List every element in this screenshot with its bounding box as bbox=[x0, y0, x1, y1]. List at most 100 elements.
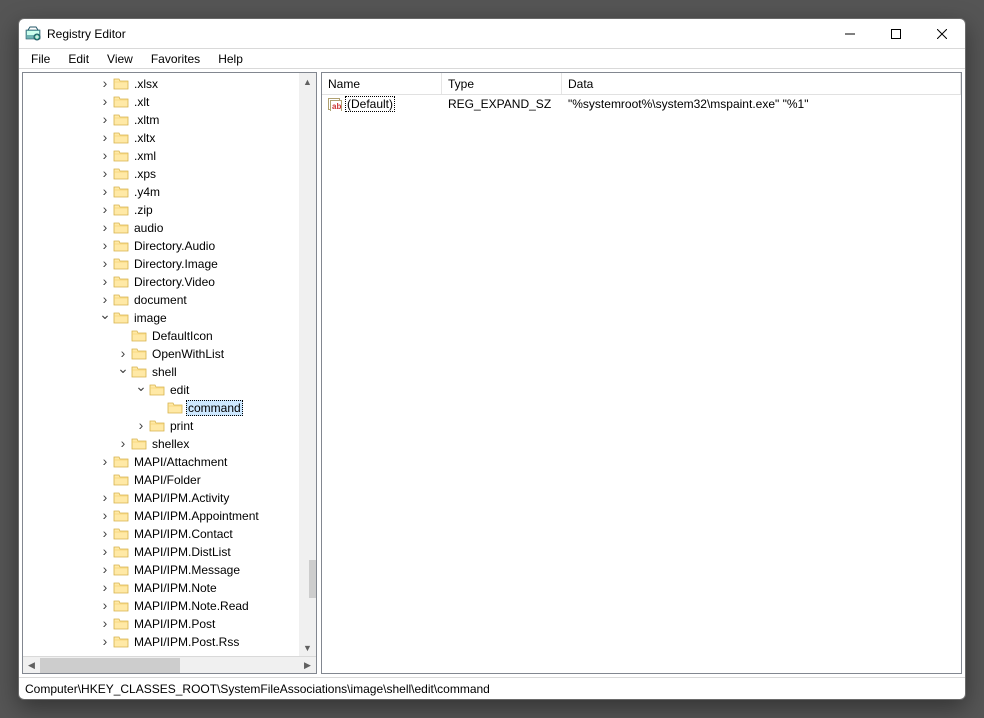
value-row[interactable]: ab(Default)REG_EXPAND_SZ"%systemroot%\sy… bbox=[322, 95, 961, 113]
titlebar[interactable]: Registry Editor bbox=[19, 19, 965, 49]
chevron-right-icon[interactable] bbox=[99, 528, 111, 540]
scroll-left-arrow-icon[interactable]: ◀ bbox=[23, 657, 40, 674]
menu-view[interactable]: View bbox=[99, 51, 141, 67]
tree-node[interactable]: MAPI/IPM.Note bbox=[27, 579, 316, 597]
status-path: Computer\HKEY_CLASSES_ROOT\SystemFileAss… bbox=[25, 682, 490, 696]
tree-node-label: .xps bbox=[132, 167, 158, 181]
tree-node-label: MAPI/IPM.DistList bbox=[132, 545, 233, 559]
tree-node[interactable]: shellex bbox=[27, 435, 316, 453]
menu-file[interactable]: File bbox=[23, 51, 58, 67]
chevron-right-icon[interactable] bbox=[99, 240, 111, 252]
chevron-right-icon[interactable] bbox=[99, 114, 111, 126]
tree-node[interactable]: MAPI/IPM.Post.Rss bbox=[27, 633, 316, 651]
tree-node[interactable]: MAPI/IPM.Message bbox=[27, 561, 316, 579]
tree-node[interactable]: audio bbox=[27, 219, 316, 237]
tree-node[interactable]: Directory.Audio bbox=[27, 237, 316, 255]
tree-node[interactable]: .y4m bbox=[27, 183, 316, 201]
tree-vertical-scrollbar[interactable]: ▲ ▼ bbox=[299, 73, 316, 656]
chevron-right-icon[interactable] bbox=[99, 168, 111, 180]
tree-node-label: image bbox=[132, 311, 169, 325]
chevron-right-icon[interactable] bbox=[99, 618, 111, 630]
chevron-right-icon[interactable] bbox=[99, 294, 111, 306]
tree-node[interactable]: .xps bbox=[27, 165, 316, 183]
tree-node[interactable]: .xlt bbox=[27, 93, 316, 111]
tree-node[interactable]: shell bbox=[27, 363, 316, 381]
chevron-right-icon[interactable] bbox=[117, 438, 129, 450]
tree-node[interactable]: document bbox=[27, 291, 316, 309]
chevron-right-icon[interactable] bbox=[99, 636, 111, 648]
registry-tree[interactable]: .xlsx .xlt .xltm.xltx.xml .xps .y4m.zipaudio… bbox=[23, 73, 316, 656]
tree-node[interactable]: .xltx bbox=[27, 129, 316, 147]
tree-node-label: .xlt bbox=[132, 95, 151, 109]
maximize-button[interactable] bbox=[873, 19, 919, 49]
chevron-right-icon[interactable] bbox=[99, 222, 111, 234]
chevron-right-icon[interactable] bbox=[99, 78, 111, 90]
tree-node[interactable]: OpenWithList bbox=[27, 345, 316, 363]
scroll-right-arrow-icon[interactable]: ▶ bbox=[299, 657, 316, 674]
menu-help[interactable]: Help bbox=[210, 51, 251, 67]
tree-node[interactable]: Directory.Video bbox=[27, 273, 316, 291]
tree-node[interactable]: edit bbox=[27, 381, 316, 399]
values-pane: Name Type Data ab(Default)REG_EXPAND_SZ"… bbox=[321, 72, 962, 674]
tree-node[interactable]: Directory.Image bbox=[27, 255, 316, 273]
scroll-down-arrow-icon[interactable]: ▼ bbox=[299, 639, 316, 656]
chevron-down-icon[interactable] bbox=[99, 312, 111, 324]
menu-edit[interactable]: Edit bbox=[60, 51, 97, 67]
scroll-thumb-horizontal[interactable] bbox=[40, 658, 180, 673]
tree-node[interactable]: command bbox=[27, 399, 316, 417]
tree-node[interactable]: image bbox=[27, 309, 316, 327]
chevron-right-icon[interactable] bbox=[99, 96, 111, 108]
tree-node[interactable]: DefaultIcon bbox=[27, 327, 316, 345]
chevron-right-icon[interactable] bbox=[99, 204, 111, 216]
column-header-name[interactable]: Name bbox=[322, 73, 442, 94]
scroll-thumb-vertical[interactable] bbox=[309, 560, 318, 598]
chevron-right-icon[interactable] bbox=[99, 510, 111, 522]
folder-icon bbox=[113, 203, 129, 217]
folder-icon bbox=[113, 293, 129, 307]
tree-node[interactable]: MAPI/IPM.Note.Read bbox=[27, 597, 316, 615]
menu-favorites[interactable]: Favorites bbox=[143, 51, 208, 67]
minimize-button[interactable] bbox=[827, 19, 873, 49]
chevron-right-icon[interactable] bbox=[99, 276, 111, 288]
chevron-right-icon[interactable] bbox=[135, 420, 147, 432]
tree-node[interactable]: MAPI/Attachment bbox=[27, 453, 316, 471]
chevron-right-icon[interactable] bbox=[117, 348, 129, 360]
folder-icon bbox=[113, 257, 129, 271]
column-header-data[interactable]: Data bbox=[562, 73, 961, 94]
folder-icon bbox=[113, 455, 129, 469]
chevron-right-icon[interactable] bbox=[99, 150, 111, 162]
folder-icon bbox=[113, 545, 129, 559]
tree-node[interactable]: .xltm bbox=[27, 111, 316, 129]
tree-node[interactable]: .xlsx bbox=[27, 75, 316, 93]
tree-node[interactable]: MAPI/Folder bbox=[27, 471, 316, 489]
scroll-up-arrow-icon[interactable]: ▲ bbox=[299, 73, 316, 90]
tree-node[interactable]: .xml bbox=[27, 147, 316, 165]
tree-node-label: command bbox=[186, 400, 243, 416]
chevron-right-icon[interactable] bbox=[99, 600, 111, 612]
tree-node[interactable]: MAPI/IPM.Contact bbox=[27, 525, 316, 543]
chevron-right-icon[interactable] bbox=[99, 186, 111, 198]
column-header-type[interactable]: Type bbox=[442, 73, 562, 94]
tree-node[interactable]: MAPI/IPM.Activity bbox=[27, 489, 316, 507]
tree-node[interactable]: MAPI/IPM.DistList bbox=[27, 543, 316, 561]
chevron-right-icon[interactable] bbox=[99, 582, 111, 594]
tree-node[interactable]: MAPI/IPM.Post bbox=[27, 615, 316, 633]
chevron-right-icon[interactable] bbox=[99, 132, 111, 144]
close-button[interactable] bbox=[919, 19, 965, 49]
chevron-down-icon[interactable] bbox=[135, 384, 147, 396]
tree-horizontal-scrollbar[interactable]: ◀ ▶ bbox=[23, 656, 316, 673]
chevron-right-icon[interactable] bbox=[99, 258, 111, 270]
chevron-right-icon[interactable] bbox=[99, 492, 111, 504]
folder-icon bbox=[113, 275, 129, 289]
values-list[interactable]: ab(Default)REG_EXPAND_SZ"%systemroot%\sy… bbox=[322, 95, 961, 673]
chevron-right-icon[interactable] bbox=[99, 564, 111, 576]
folder-icon bbox=[113, 473, 129, 487]
chevron-down-icon[interactable] bbox=[117, 366, 129, 378]
tree-node[interactable]: print bbox=[27, 417, 316, 435]
folder-icon bbox=[131, 329, 147, 343]
chevron-right-icon[interactable] bbox=[99, 546, 111, 558]
chevron-right-icon[interactable] bbox=[99, 456, 111, 468]
folder-icon bbox=[113, 635, 129, 649]
tree-node[interactable]: .zip bbox=[27, 201, 316, 219]
tree-node[interactable]: MAPI/IPM.Appointment bbox=[27, 507, 316, 525]
